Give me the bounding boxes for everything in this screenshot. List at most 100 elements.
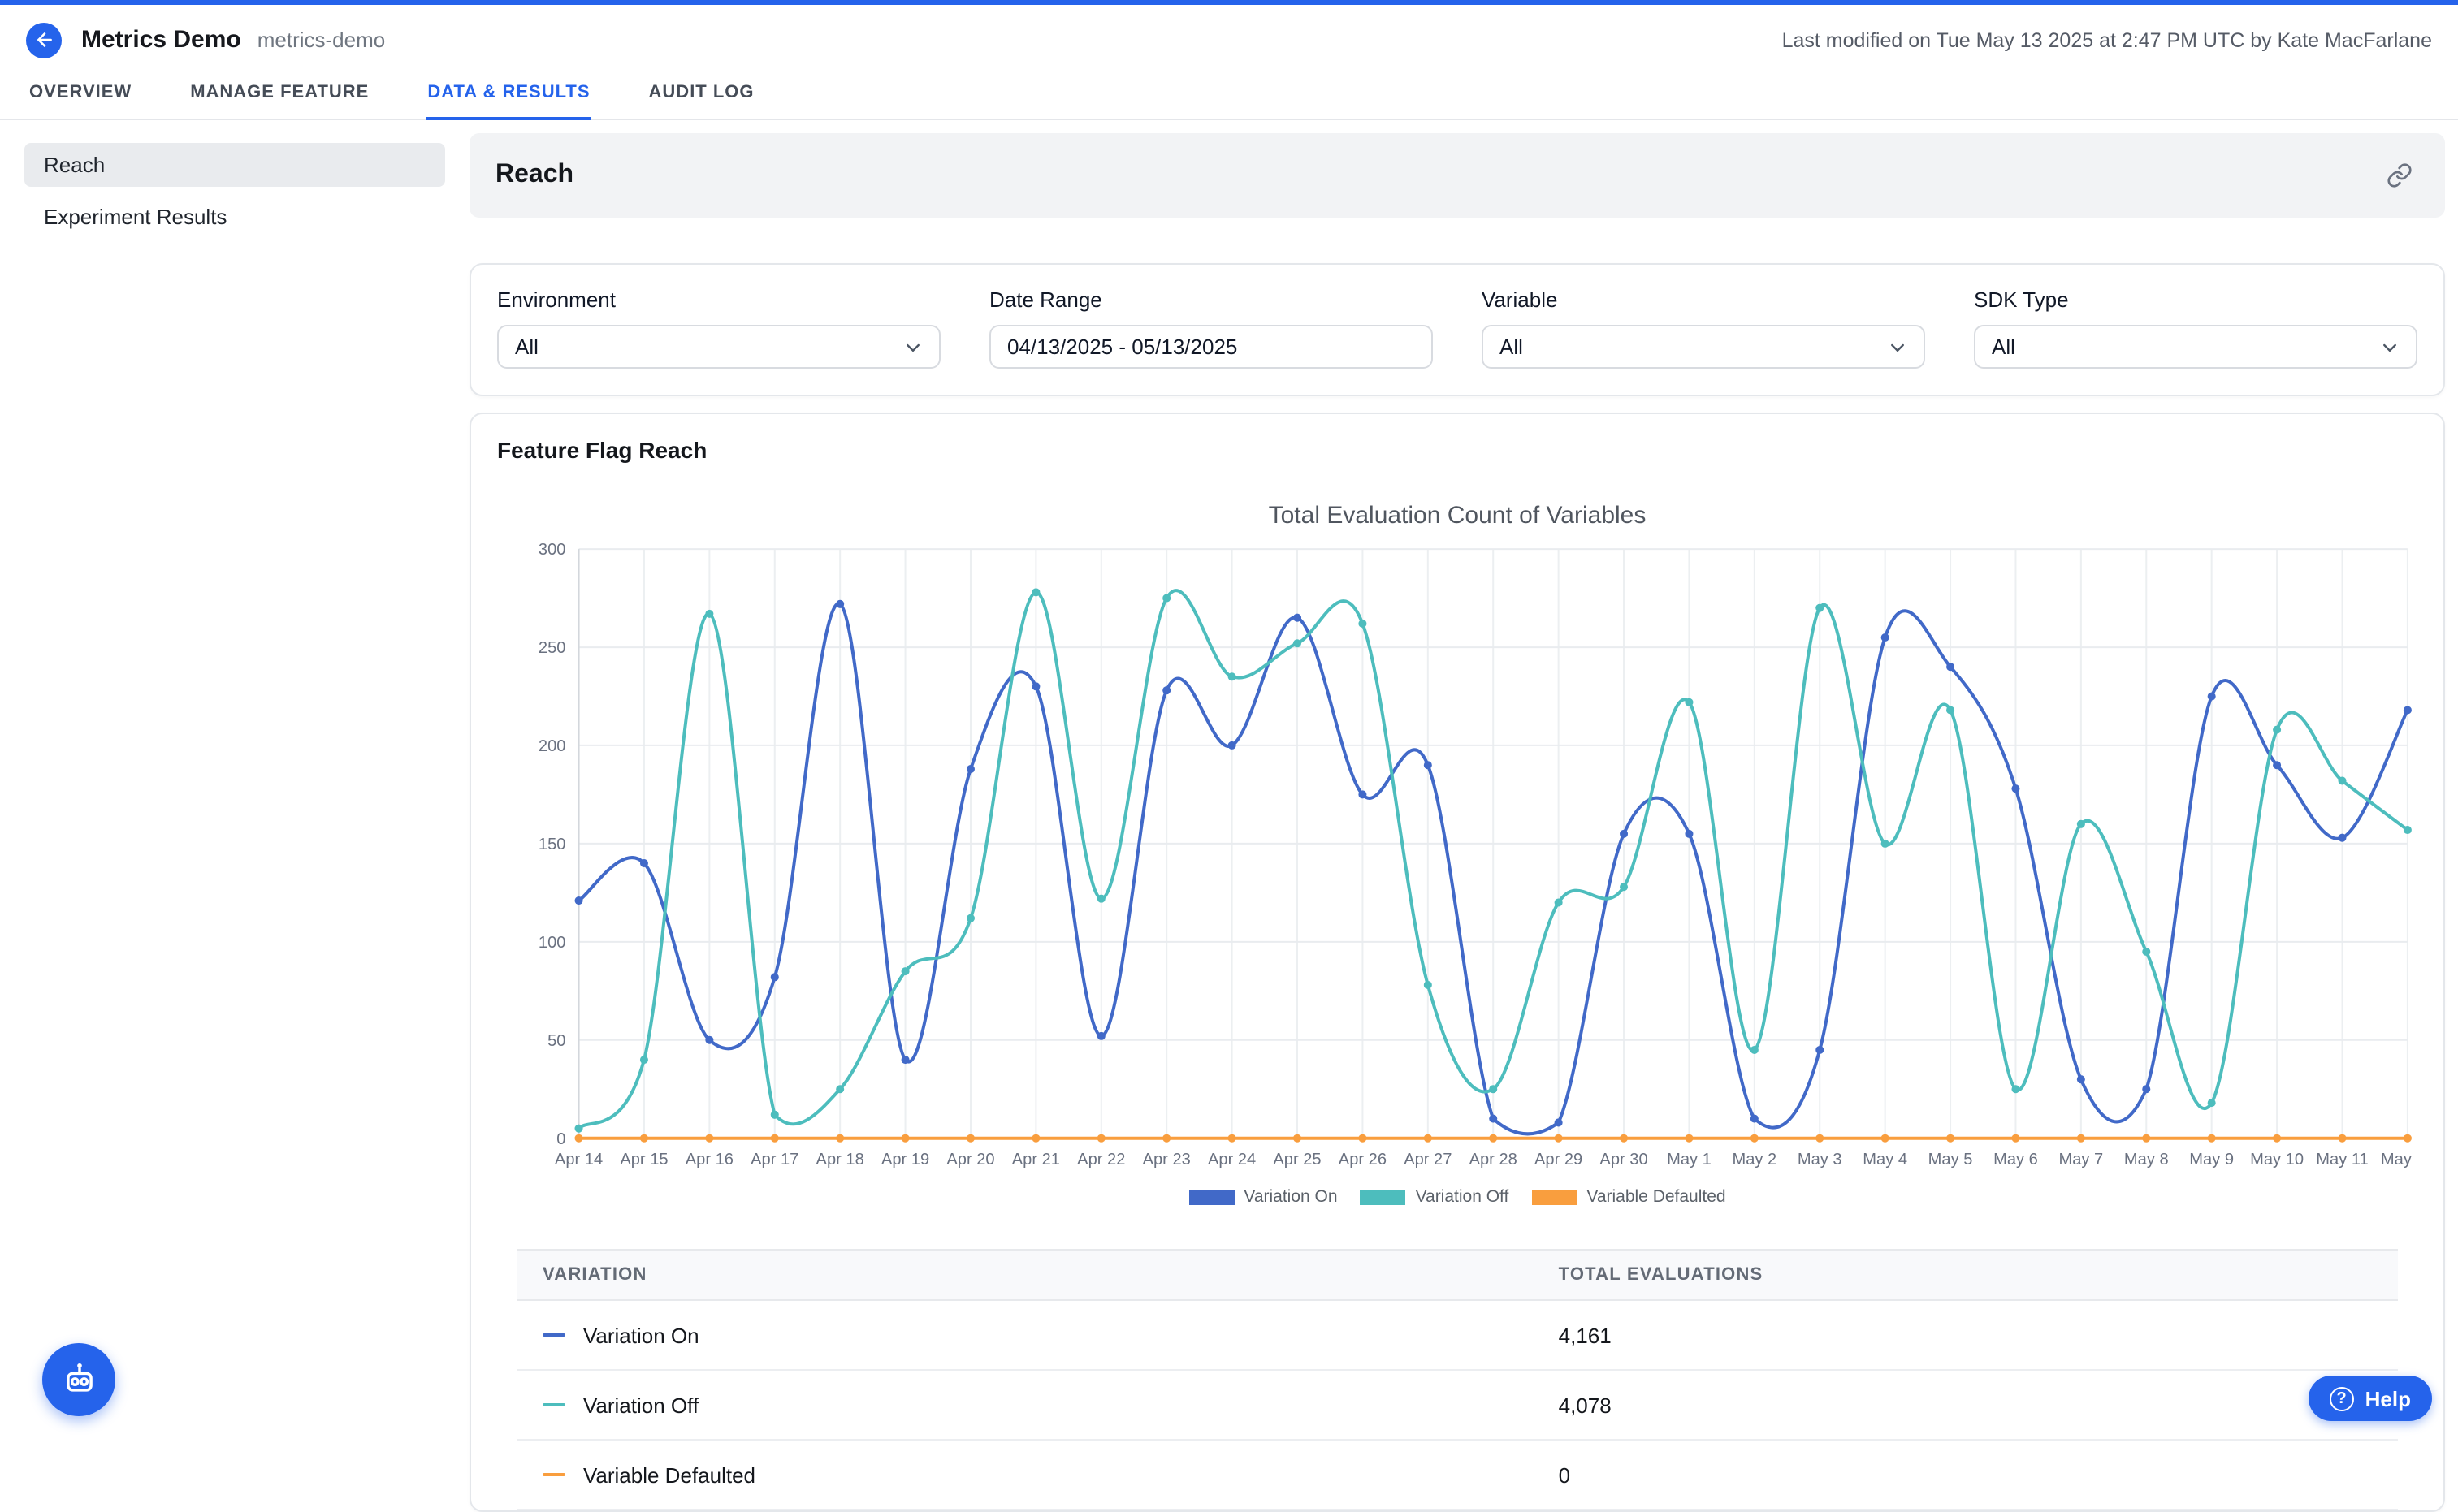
legend-swatch xyxy=(1531,1190,1577,1204)
legend-item-variation-on[interactable]: Variation On xyxy=(1188,1187,1337,1207)
tab-data-and-results[interactable]: DATA & RESULTS xyxy=(426,75,591,120)
svg-text:Apr 24: Apr 24 xyxy=(1208,1151,1256,1169)
copy-link-button[interactable] xyxy=(2380,156,2419,195)
sdk-type-value: All xyxy=(1992,335,2015,359)
svg-text:Apr 29: Apr 29 xyxy=(1534,1151,1582,1169)
question-mark-icon: ? xyxy=(2330,1386,2354,1410)
date-range-label: Date Range xyxy=(989,287,1433,312)
date-range-input[interactable]: 04/13/2025 - 05/13/2025 xyxy=(989,325,1433,369)
tab-manage-feature[interactable]: MANAGE FEATURE xyxy=(188,75,370,120)
svg-text:100: 100 xyxy=(539,934,566,952)
legend-item-variation-off[interactable]: Variation Off xyxy=(1361,1187,1509,1207)
svg-text:Apr 22: Apr 22 xyxy=(1077,1151,1125,1169)
svg-text:Apr 26: Apr 26 xyxy=(1339,1151,1387,1169)
filter-date-range: Date Range 04/13/2025 - 05/13/2025 xyxy=(989,287,1433,369)
link-icon xyxy=(2387,162,2413,188)
evaluations-value: 4,161 xyxy=(1533,1323,2398,1347)
variation-table: VARIATION TOTAL EVALUATIONS Variation On… xyxy=(517,1249,2398,1510)
svg-text:300: 300 xyxy=(539,541,566,559)
tab-audit-log[interactable]: AUDIT LOG xyxy=(647,75,756,120)
variation-label: Variable Defaulted xyxy=(583,1462,755,1487)
assistant-button[interactable] xyxy=(42,1343,115,1416)
chart-title: Total Evaluation Count of Variables xyxy=(497,502,2417,529)
legend-label: Variable Defaulted xyxy=(1586,1187,1725,1207)
help-button[interactable]: ? Help xyxy=(2309,1376,2432,1421)
chevron-down-icon xyxy=(1888,337,1907,356)
feature-flag-reach-card: Feature Flag Reach Total Evaluation Coun… xyxy=(470,413,2445,1512)
svg-text:Apr 15: Apr 15 xyxy=(620,1151,668,1169)
chart-legend: Variation On Variation Off Variable Defaul… xyxy=(497,1187,2417,1207)
svg-text:Apr 30: Apr 30 xyxy=(1599,1151,1647,1169)
svg-text:May 11: May 11 xyxy=(2316,1151,2368,1169)
svg-text:May 3: May 3 xyxy=(1798,1151,1842,1169)
table-row-variation-on: Variation On 4,161 xyxy=(517,1301,2398,1371)
svg-text:May 8: May 8 xyxy=(2124,1151,2169,1169)
variable-select[interactable]: All xyxy=(1482,325,1925,369)
reach-line-chart: 0 50 100 150 200 250 300 Apr 14 Apr 15 Apr 16 Apr … xyxy=(497,536,2417,1181)
legend-swatch xyxy=(1188,1190,1234,1204)
svg-text:Apr 19: Apr 19 xyxy=(881,1151,929,1169)
app-window: Metrics Demo metrics-demo Last modified … xyxy=(0,0,2458,1437)
svg-text:May 10: May 10 xyxy=(2250,1151,2304,1169)
legend-swatch xyxy=(1361,1190,1406,1204)
svg-text:Apr 17: Apr 17 xyxy=(751,1151,798,1169)
filter-variable: Variable All xyxy=(1482,287,1925,369)
svg-text:May 1: May 1 xyxy=(1667,1151,1712,1169)
column-header-variation: VARIATION xyxy=(517,1251,1533,1299)
svg-text:May 9: May 9 xyxy=(2189,1151,2234,1169)
svg-text:Apr 25: Apr 25 xyxy=(1273,1151,1321,1169)
svg-text:May 5: May 5 xyxy=(1928,1151,1973,1169)
variation-label: Variation Off xyxy=(583,1393,699,1417)
feature-tabbar: OVERVIEW MANAGE FEATURE DATA & RESULTS A… xyxy=(0,75,2458,120)
page-title: Reach xyxy=(495,161,573,190)
sdk-type-label: SDK Type xyxy=(1974,287,2417,312)
svg-text:Apr 27: Apr 27 xyxy=(1404,1151,1452,1169)
evaluations-value: 0 xyxy=(1533,1462,2398,1487)
chart-card-title: Feature Flag Reach xyxy=(497,437,2417,463)
svg-text:May 2: May 2 xyxy=(1732,1151,1776,1169)
legend-item-variable-defaulted[interactable]: Variable Defaulted xyxy=(1531,1187,1725,1207)
variable-value: All xyxy=(1499,335,1523,359)
table-row-variable-defaulted: Variable Defaulted 0 xyxy=(517,1441,2398,1510)
results-sidebar: Reach Experiment Results xyxy=(0,120,470,247)
feature-header: Metrics Demo metrics-demo Last modified … xyxy=(0,5,2458,75)
table-row-variation-off: Variation Off 4,078 xyxy=(517,1371,2398,1441)
svg-text:Apr 21: Apr 21 xyxy=(1012,1151,1060,1169)
sidebar-item-experiment-results[interactable]: Experiment Results xyxy=(24,195,445,239)
table-header: VARIATION TOTAL EVALUATIONS xyxy=(517,1249,2398,1301)
svg-text:May 12: May 12 xyxy=(2381,1151,2417,1169)
help-label: Help xyxy=(2365,1386,2411,1410)
environment-label: Environment xyxy=(497,287,941,312)
svg-text:Apr 18: Apr 18 xyxy=(816,1151,864,1169)
sidebar-item-reach[interactable]: Reach xyxy=(24,143,445,187)
svg-text:150: 150 xyxy=(539,836,566,853)
variation-color-swatch xyxy=(543,1333,565,1337)
svg-text:Apr 14: Apr 14 xyxy=(555,1151,603,1169)
arrow-left-icon xyxy=(33,29,54,50)
environment-select[interactable]: All xyxy=(497,325,941,369)
environment-value: All xyxy=(515,335,539,359)
robot-icon xyxy=(58,1359,100,1401)
tab-overview[interactable]: OVERVIEW xyxy=(28,75,133,120)
svg-text:May 4: May 4 xyxy=(1863,1151,1907,1169)
sdk-type-select[interactable]: All xyxy=(1974,325,2417,369)
content-area: Reach Environment All Date Range 04/13/ xyxy=(470,120,2458,1512)
last-modified-text: Last modified on Tue May 13 2025 at 2:47… xyxy=(1782,28,2432,51)
evaluations-value: 4,078 xyxy=(1533,1393,2398,1417)
filter-sdk-type: SDK Type All xyxy=(1974,287,2417,369)
variable-label: Variable xyxy=(1482,287,1925,312)
main-area: Reach Experiment Results Reach Environme… xyxy=(0,120,2458,1512)
svg-text:0: 0 xyxy=(556,1130,565,1148)
svg-text:50: 50 xyxy=(547,1032,565,1050)
feature-key: metrics-demo xyxy=(257,28,386,52)
svg-text:250: 250 xyxy=(539,639,566,657)
variation-color-swatch xyxy=(543,1403,565,1407)
svg-text:200: 200 xyxy=(539,737,566,755)
svg-text:May 6: May 6 xyxy=(1993,1151,2038,1169)
filters-card: Environment All Date Range 04/13/2025 - … xyxy=(470,263,2445,396)
chevron-down-icon xyxy=(903,337,923,356)
legend-label: Variation Off xyxy=(1416,1187,1509,1207)
svg-text:Apr 16: Apr 16 xyxy=(686,1151,734,1169)
feature-title: Metrics Demo xyxy=(81,26,241,54)
back-button[interactable] xyxy=(26,22,62,58)
